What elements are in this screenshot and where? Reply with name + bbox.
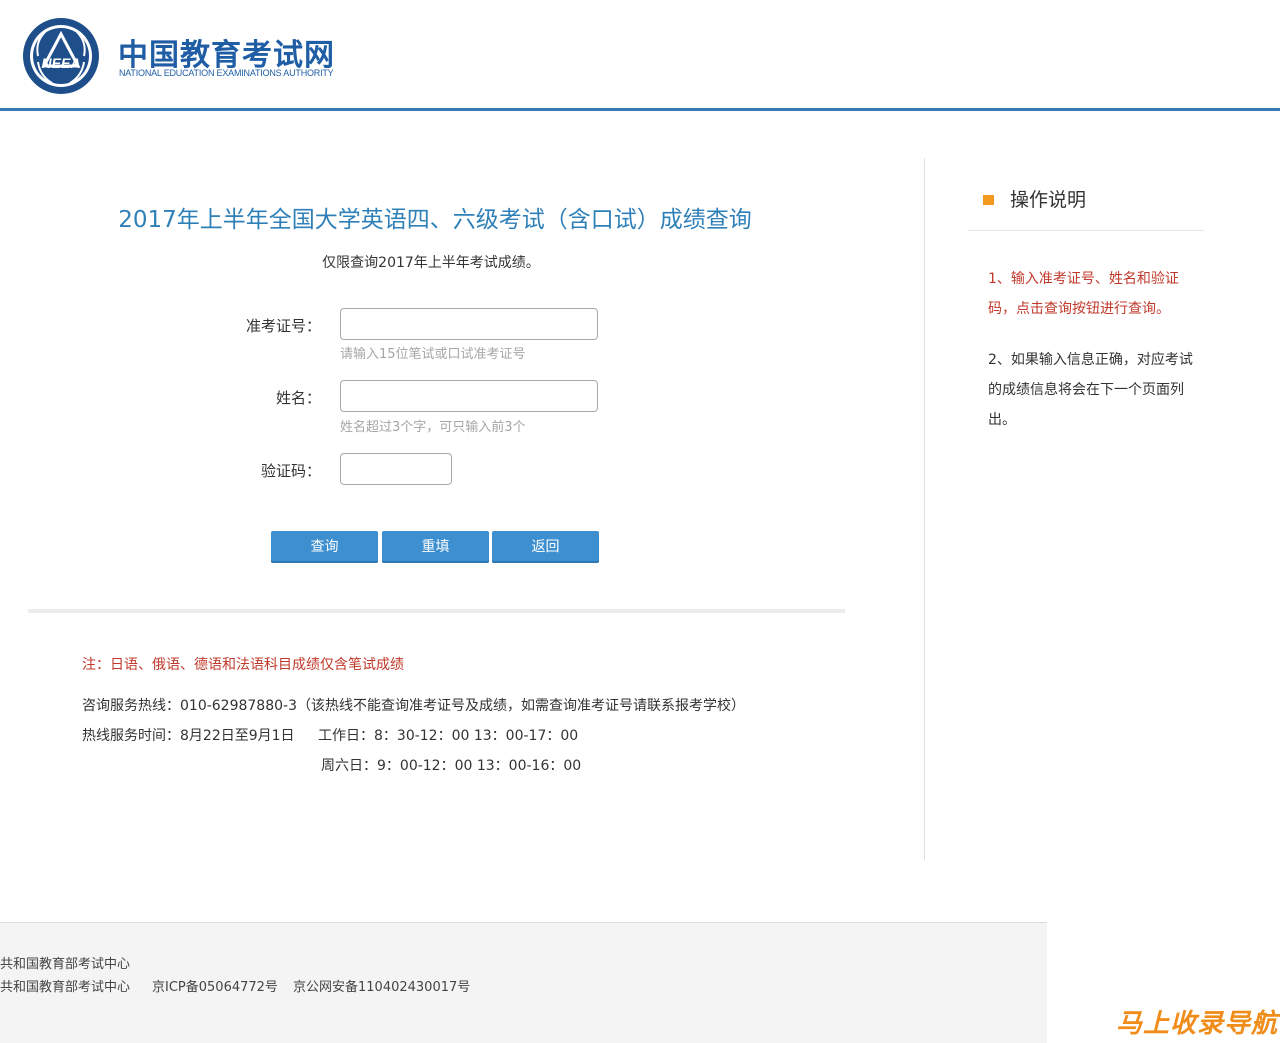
exam-id-label: 准考证号： xyxy=(245,317,321,335)
reset-button[interactable]: 重填 xyxy=(382,531,489,563)
footer-org-2: 共和国教育部考试中心 xyxy=(0,980,131,995)
square-bullet-icon xyxy=(983,195,994,205)
name-input[interactable] xyxy=(340,380,598,412)
exam-id-input[interactable] xyxy=(340,308,598,340)
sidebar-title-divider xyxy=(968,230,1204,231)
page-title: 2017年上半年全国大学英语四、六级考试（含口试）成绩查询 xyxy=(118,207,752,233)
captcha-label: 验证码： xyxy=(260,462,321,480)
page-subtitle: 仅限查询2017年上半年考试成绩。 xyxy=(322,255,540,271)
header-divider xyxy=(0,108,1280,111)
back-button[interactable]: 返回 xyxy=(492,531,599,563)
exam-id-hint: 请输入15位笔试或口试准考证号 xyxy=(340,347,526,362)
neea-emblem-icon[interactable]: NEEA xyxy=(20,16,102,96)
site-header: NEEA 中国教育考试网 NATIONAL EDUCATION EXAMINAT… xyxy=(0,0,1280,110)
hotline-info: 咨询服务热线：010-62987880-3（该热线不能查询准考证号及成绩，如需查… xyxy=(82,698,745,714)
hotline-hours-saturday: 周六日：9：00-12：00 13：00-16：00 xyxy=(321,758,582,774)
name-label: 姓名： xyxy=(275,389,321,407)
watermark: 马上收录导航 xyxy=(1115,1009,1278,1039)
captcha-input[interactable] xyxy=(340,453,452,485)
instruction-step-2: 2、如果输入信息正确，对应考试的成绩信息将会在下一个页面列出。 xyxy=(988,352,1193,428)
name-hint: 姓名超过3个字，可只输入前3个 xyxy=(340,420,526,435)
instruction-step-1: 1、输入准考证号、姓名和验证码，点击查询按钮进行查询。 xyxy=(988,271,1179,317)
site-name-en: NATIONAL EDUCATION EXAMINATIONS AUTHORIT… xyxy=(119,68,334,78)
query-button[interactable]: 查询 xyxy=(271,531,378,563)
footer-icp[interactable]: 京ICP备05064772号 xyxy=(152,976,278,995)
hotline-hours-weekday: 工作日：8：30-12：00 13：00-17：00 xyxy=(318,728,579,744)
language-note: 注：日语、俄语、德语和法语科目成绩仅含笔试成绩 xyxy=(82,657,404,673)
sidebar-divider xyxy=(924,158,925,860)
svg-text:NEEA: NEEA xyxy=(42,55,81,71)
footer-org: 共和国教育部考试中心 xyxy=(0,957,131,972)
hotline-hours-label: 热线服务时间：8月22日至9月1日 xyxy=(82,728,295,744)
section-divider xyxy=(28,609,845,613)
sidebar-title: 操作说明 xyxy=(1010,189,1087,211)
footer-police-record[interactable]: 京公网安备110402430017号 xyxy=(293,976,470,995)
